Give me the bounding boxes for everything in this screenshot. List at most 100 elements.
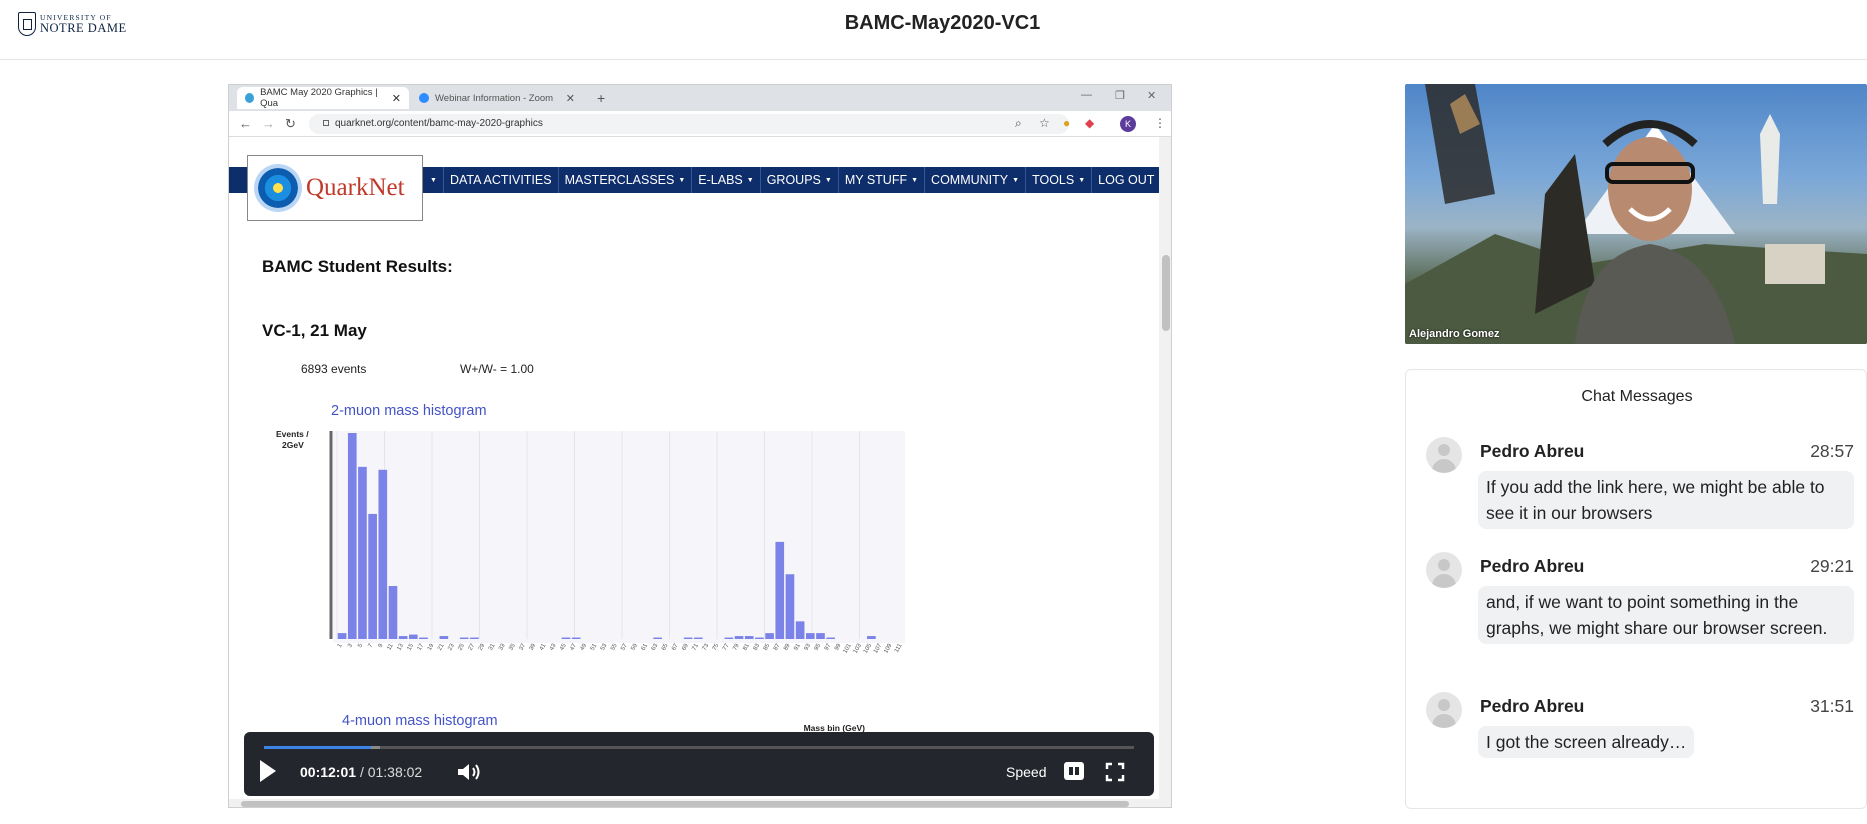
histogram-bar <box>816 633 825 639</box>
close-tab-icon[interactable]: ✕ <box>392 92 401 105</box>
x-tick-label: 81 <box>742 642 751 651</box>
nav-item[interactable]: COMMUNITY ▼ <box>924 167 1025 193</box>
new-tab-button[interactable]: + <box>589 87 615 109</box>
quarknet-logo-text: QuarkNet <box>306 174 405 201</box>
x-tick-label: 91 <box>793 642 802 651</box>
histogram-bar <box>470 637 479 639</box>
profile-avatar[interactable]: K <box>1120 116 1136 132</box>
x-tick-label: 37 <box>518 642 527 651</box>
vertical-scrollbar[interactable] <box>1159 137 1171 799</box>
x-tick-label: 33 <box>498 642 507 651</box>
nav-label: MASTERCLASSES <box>564 173 675 187</box>
tab-label: BAMC May 2020 Graphics | Qua <box>260 87 378 109</box>
nav-item[interactable]: DATA ACTIVITIES <box>442 167 558 193</box>
nav-item[interactable]: E-LABS ▼ <box>691 167 759 193</box>
histogram-bar <box>724 637 734 639</box>
extension-icon[interactable]: ◆ <box>1085 116 1094 130</box>
webpage-content: ▼ DATA ACTIVITIES MASTERCLASSES ▼ E-LABS ▼… <box>229 137 1159 799</box>
speed-button[interactable]: Speed <box>1006 764 1046 780</box>
x-tick-label: 95 <box>814 642 823 651</box>
lock-icon <box>323 120 329 126</box>
x-tick-label: 1 <box>337 642 344 648</box>
caret-down-icon: ▼ <box>1012 176 1020 184</box>
histogram-bar <box>347 433 357 639</box>
top-bar: UNIVERSITY OF NOTRE DAME BAMC-May2020-VC… <box>0 0 1867 60</box>
2-muon-histogram-chart: Events / 2GeV 1 3 5 7 9 11 13 15 17 19 21 23 25 27 29 3… <box>276 429 905 733</box>
restore-icon[interactable]: ❐ <box>1115 89 1125 102</box>
x-tick-label: 79 <box>732 642 741 651</box>
caret-down-icon: ▼ <box>1078 176 1086 184</box>
chat-title: Chat Messages <box>1581 388 1693 405</box>
user-avatar-icon <box>1426 552 1462 588</box>
caret-down-icon: ▼ <box>678 176 686 184</box>
zoom-favicon-icon <box>419 93 429 103</box>
scroll-thumb[interactable] <box>241 801 1129 807</box>
nav-item[interactable]: GROUPS ▼ <box>759 167 838 193</box>
nav-item[interactable]: MASTERCLASSES ▼ <box>557 167 692 193</box>
nav-label: COMMUNITY <box>931 173 1009 187</box>
x-tick-label: 65 <box>661 642 670 651</box>
histogram-bar <box>439 636 449 639</box>
back-icon[interactable]: ← <box>239 116 252 131</box>
nav-item[interactable]: MY STUFF ▼ <box>837 167 924 193</box>
zoom-magnifier-icon[interactable]: ⌕ <box>1015 116 1022 131</box>
fullscreen-icon[interactable] <box>1105 762 1125 782</box>
nav-label: E-LABS <box>698 173 743 187</box>
x-tick-label: 29 <box>478 642 487 651</box>
message-time: 31:51 <box>1810 696 1854 716</box>
chat-message: Pedro Abreu 31:51 I got the screen alrea… <box>1426 692 1854 762</box>
nav-item[interactable]: LOG OUT <box>1091 167 1159 193</box>
url-field[interactable]: quarknet.org/content/bamc-may-2020-graph… <box>309 114 1069 134</box>
seek-bar[interactable] <box>264 746 1134 749</box>
play-icon[interactable] <box>260 760 276 782</box>
x-tick-label: 87 <box>773 642 782 651</box>
participant-video: Alejandro Gomez <box>1405 84 1867 344</box>
histogram-title: 4-muon mass histogram <box>342 713 498 729</box>
bookmark-star-icon[interactable]: ☆ <box>1039 116 1050 130</box>
plot-area <box>333 431 905 643</box>
y-axis-label-line2: 2GeV <box>282 440 304 450</box>
chat-message: Pedro Abreu 29:21 and, if we want to poi… <box>1426 552 1854 682</box>
nav-item[interactable]: TOOLS ▼ <box>1025 167 1091 193</box>
histogram-bar <box>419 637 428 639</box>
histogram-bar <box>561 637 571 639</box>
scroll-thumb[interactable] <box>1162 255 1170 331</box>
message-bubble: and, if we want to point something in th… <box>1478 586 1854 644</box>
message-author: Pedro Abreu <box>1480 441 1585 461</box>
browser-tab-zoom[interactable]: Webinar Information - Zoom ✕ <box>411 87 583 109</box>
window-close-icon[interactable]: ✕ <box>1147 89 1156 102</box>
time-display: 00:12:01 / 01:38:02 <box>300 764 422 780</box>
caret-down-icon: ▼ <box>824 176 832 184</box>
message-bubble: If you add the link here, we might be ab… <box>1478 471 1854 529</box>
message-time: 28:57 <box>1810 441 1854 461</box>
extension-icon[interactable]: ● <box>1063 116 1070 130</box>
nav-item-hidden-dropdown[interactable]: ▼ <box>424 167 443 193</box>
browser-tab-quarknet[interactable]: BAMC May 2020 Graphics | Qua ✕ <box>237 87 409 109</box>
horizontal-scrollbar[interactable] <box>229 799 1171 807</box>
reload-icon[interactable]: ↻ <box>285 116 296 132</box>
close-tab-icon[interactable]: ✕ <box>566 92 575 105</box>
histogram-bar <box>755 637 764 639</box>
quarknet-favicon-icon <box>245 93 255 103</box>
page-title: BAMC-May2020-VC1 <box>844 12 1041 34</box>
quarknet-logo[interactable]: QuarkNet <box>247 155 423 221</box>
menu-kebab-icon[interactable]: ⋮ <box>1154 116 1166 130</box>
video-player[interactable]: BAMC May 2020 Graphics | Qua ✕ Webinar I… <box>228 84 1172 808</box>
message-author: Pedro Abreu <box>1480 696 1585 716</box>
chapters-icon[interactable] <box>1064 762 1084 780</box>
message-time: 29:21 <box>1810 556 1854 576</box>
participant-video-frame <box>1405 84 1867 344</box>
x-tick-label: 85 <box>763 642 772 651</box>
histogram-bar <box>388 586 398 639</box>
nav-label: GROUPS <box>766 173 821 187</box>
x-tick-label: 57 <box>620 642 629 651</box>
forward-icon[interactable]: → <box>262 116 275 131</box>
histogram-bar <box>826 637 835 639</box>
nav-label: MY STUFF <box>844 173 908 187</box>
volume-icon[interactable] <box>455 760 483 784</box>
chat-panel: Chat Messages Pedro Abreu 28:57 If you a… <box>1405 369 1867 809</box>
user-avatar-icon <box>1426 692 1462 728</box>
x-tick-label: 53 <box>600 642 609 651</box>
x-tick-label: 15 <box>407 642 416 651</box>
minimize-icon[interactable]: — <box>1081 89 1092 101</box>
